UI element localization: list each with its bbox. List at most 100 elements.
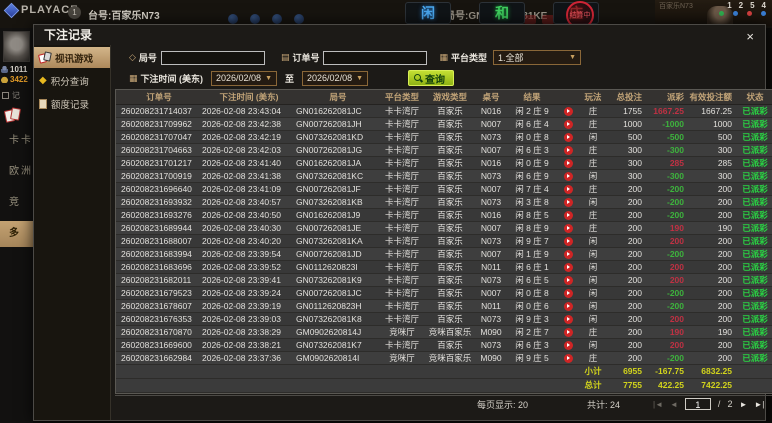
cell-video[interactable] bbox=[558, 208, 578, 222]
window-number-badge: 1 bbox=[68, 6, 81, 19]
cell-video[interactable] bbox=[558, 234, 578, 248]
cell-result: 闲 6 庄 3 bbox=[506, 143, 558, 157]
sidebar-item-points-query[interactable]: ◆ 积分查询 bbox=[34, 70, 110, 91]
prev-page-button[interactable]: ◄ bbox=[670, 400, 678, 409]
bet-player-button[interactable]: 闲 bbox=[405, 2, 451, 24]
calendar-icon: ▦ bbox=[129, 72, 138, 83]
cell-game: 竞咪百家乐 bbox=[424, 351, 476, 365]
cell-video[interactable] bbox=[558, 260, 578, 274]
current-page-input[interactable]: 1 bbox=[684, 398, 711, 410]
replay-video-icon[interactable] bbox=[563, 197, 573, 207]
replay-video-icon[interactable] bbox=[563, 340, 573, 350]
replay-video-icon[interactable] bbox=[563, 249, 573, 259]
date-to-picker[interactable]: 2026/02/08 ▼ bbox=[302, 70, 369, 86]
pagination-bar: 每页显示: 20 共计: 24 |◄ ◄ 1 / 2 ► ►| bbox=[115, 394, 772, 413]
cell-payout: -500 bbox=[646, 130, 688, 144]
cell-status: 已派彩 bbox=[736, 260, 772, 274]
logo-gem-icon bbox=[3, 2, 20, 18]
cell-payout: 190 bbox=[646, 221, 688, 235]
date-from-picker[interactable]: 2026/02/08 ▼ bbox=[211, 70, 278, 86]
cell-video[interactable] bbox=[558, 325, 578, 339]
subtotal-payout: -167.75 bbox=[646, 363, 688, 379]
cell-time: 2026-02-08 23:39:52 bbox=[202, 260, 296, 274]
cell-order: 260208231693932 bbox=[116, 195, 202, 209]
cell-video[interactable] bbox=[558, 130, 578, 144]
replay-video-icon[interactable] bbox=[563, 119, 573, 129]
subtotal-bet: 6955 bbox=[608, 363, 646, 379]
last-page-button[interactable]: ►| bbox=[754, 400, 764, 409]
bet-record-row: 260208231689944 2026-02-08 23:40:30 GN0072… bbox=[116, 221, 772, 235]
bet-record-row: 260208231709962 2026-02-08 23:42:38 GN0072… bbox=[116, 117, 772, 131]
lobby-menu-item[interactable]: 卡卡 bbox=[0, 128, 33, 154]
bet-tie-button[interactable]: 和 bbox=[479, 2, 525, 24]
replay-video-icon[interactable] bbox=[563, 314, 573, 324]
cell-round: GN007262081JG bbox=[296, 143, 380, 157]
cell-result: 闲 0 庄 6 bbox=[506, 299, 558, 313]
round-number-input[interactable] bbox=[160, 50, 265, 65]
replay-video-icon[interactable] bbox=[563, 106, 573, 116]
replay-video-icon[interactable] bbox=[563, 132, 573, 142]
cell-video[interactable] bbox=[558, 286, 578, 300]
cell-play: 闲 bbox=[578, 247, 608, 261]
cell-video[interactable] bbox=[558, 117, 578, 131]
bet-record-row: 260208231688007 2026-02-08 23:40:20 GN0732… bbox=[116, 234, 772, 248]
cell-payout: -1000 bbox=[646, 117, 688, 131]
cell-round: GN007262081JD bbox=[296, 247, 380, 261]
cell-status: 已派彩 bbox=[736, 351, 772, 365]
bet-record-row: 260208231696640 2026-02-08 23:41:09 GN0072… bbox=[116, 182, 772, 196]
cell-status: 已派彩 bbox=[736, 247, 772, 261]
total-payout: 422.25 bbox=[646, 377, 688, 393]
cell-status: 已派彩 bbox=[736, 286, 772, 300]
lobby-menu-item-active[interactable]: 多 bbox=[0, 221, 33, 247]
replay-video-icon[interactable] bbox=[563, 145, 573, 155]
cell-video[interactable] bbox=[558, 351, 578, 365]
note-entry[interactable]: 记 bbox=[2, 90, 20, 101]
cell-payout: 200 bbox=[646, 234, 688, 248]
replay-video-icon[interactable] bbox=[563, 262, 573, 272]
sidebar-item-video-games[interactable]: 视讯游戏 bbox=[34, 47, 110, 68]
cell-video[interactable] bbox=[558, 182, 578, 196]
lobby-menu-item[interactable]: 欧洲 bbox=[0, 159, 33, 185]
replay-video-icon[interactable] bbox=[563, 353, 573, 363]
column-header-time: 下注时间 (美东) bbox=[202, 90, 296, 105]
cell-game: 百家乐 bbox=[424, 143, 476, 157]
close-icon[interactable]: × bbox=[746, 30, 754, 43]
cell-video[interactable] bbox=[558, 299, 578, 313]
cell-status: 已派彩 bbox=[736, 169, 772, 183]
lobby-menu-item[interactable]: 竞 bbox=[0, 190, 33, 216]
replay-video-icon[interactable] bbox=[563, 158, 573, 168]
replay-video-icon[interactable] bbox=[563, 223, 573, 233]
cell-play: 闲 bbox=[578, 260, 608, 274]
cell-video[interactable] bbox=[558, 312, 578, 326]
cell-video[interactable] bbox=[558, 195, 578, 209]
order-number-input[interactable] bbox=[323, 50, 428, 65]
cell-video[interactable] bbox=[558, 156, 578, 170]
sidebar-item-credit-records[interactable]: 额度记录 bbox=[34, 93, 110, 114]
cell-payout: 1667.25 bbox=[646, 104, 688, 118]
cell-video[interactable] bbox=[558, 247, 578, 261]
replay-video-icon[interactable] bbox=[563, 301, 573, 311]
replay-video-icon[interactable] bbox=[563, 288, 573, 298]
cell-game: 百家乐 bbox=[424, 169, 476, 183]
replay-video-icon[interactable] bbox=[563, 236, 573, 246]
platform-type-select[interactable]: 1.全部 ▼ bbox=[493, 50, 581, 65]
column-header-hall: 平台类型 bbox=[380, 90, 424, 105]
cell-video[interactable] bbox=[558, 169, 578, 183]
cell-round: GN073262081KB bbox=[296, 195, 380, 209]
replay-video-icon[interactable] bbox=[563, 327, 573, 337]
replay-video-icon[interactable] bbox=[563, 210, 573, 220]
cell-bet: 200 bbox=[608, 182, 646, 196]
search-button[interactable]: 查询 bbox=[408, 70, 455, 86]
cell-video[interactable] bbox=[558, 338, 578, 352]
cell-video[interactable] bbox=[558, 104, 578, 118]
cell-video[interactable] bbox=[558, 221, 578, 235]
next-page-button[interactable]: ► bbox=[739, 400, 747, 409]
cell-video[interactable] bbox=[558, 143, 578, 157]
replay-video-icon[interactable] bbox=[563, 275, 573, 285]
replay-video-icon[interactable] bbox=[563, 184, 573, 194]
cell-video[interactable] bbox=[558, 273, 578, 287]
avatar[interactable] bbox=[3, 31, 30, 62]
first-page-button[interactable]: |◄ bbox=[653, 400, 663, 409]
bet-record-row: 260208231682011 2026-02-08 23:39:41 GN0732… bbox=[116, 273, 772, 287]
replay-video-icon[interactable] bbox=[563, 171, 573, 181]
